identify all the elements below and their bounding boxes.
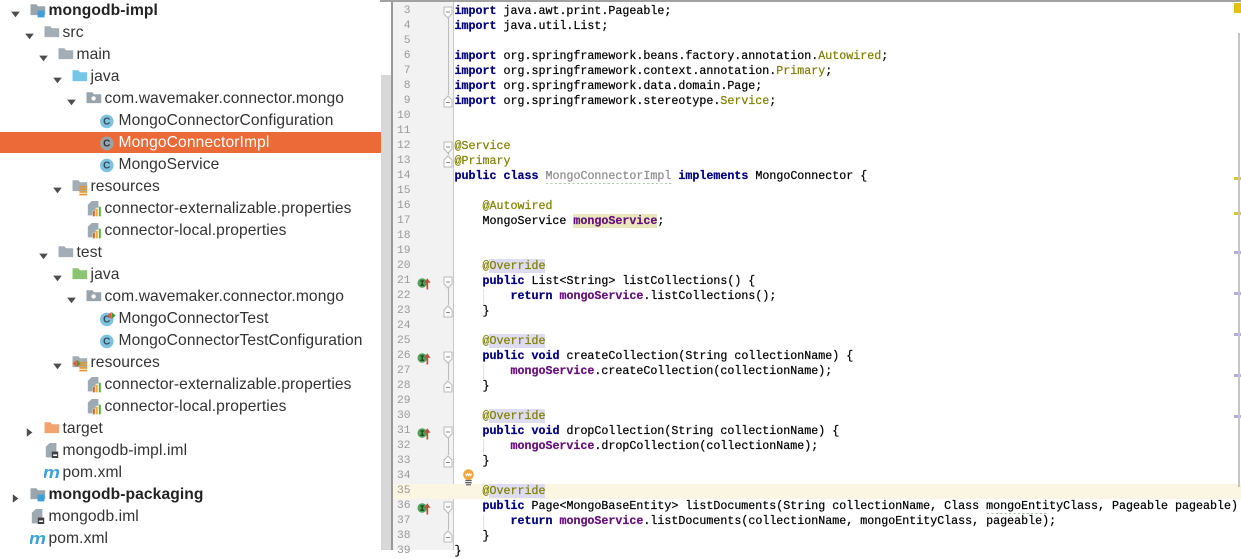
svg-text:m: m [30,531,46,547]
svg-text:C: C [103,139,110,150]
svg-text:C: C [103,117,110,128]
svg-text:C: C [103,337,110,348]
svg-text:C: C [103,161,110,172]
svg-text:m: m [44,465,60,481]
